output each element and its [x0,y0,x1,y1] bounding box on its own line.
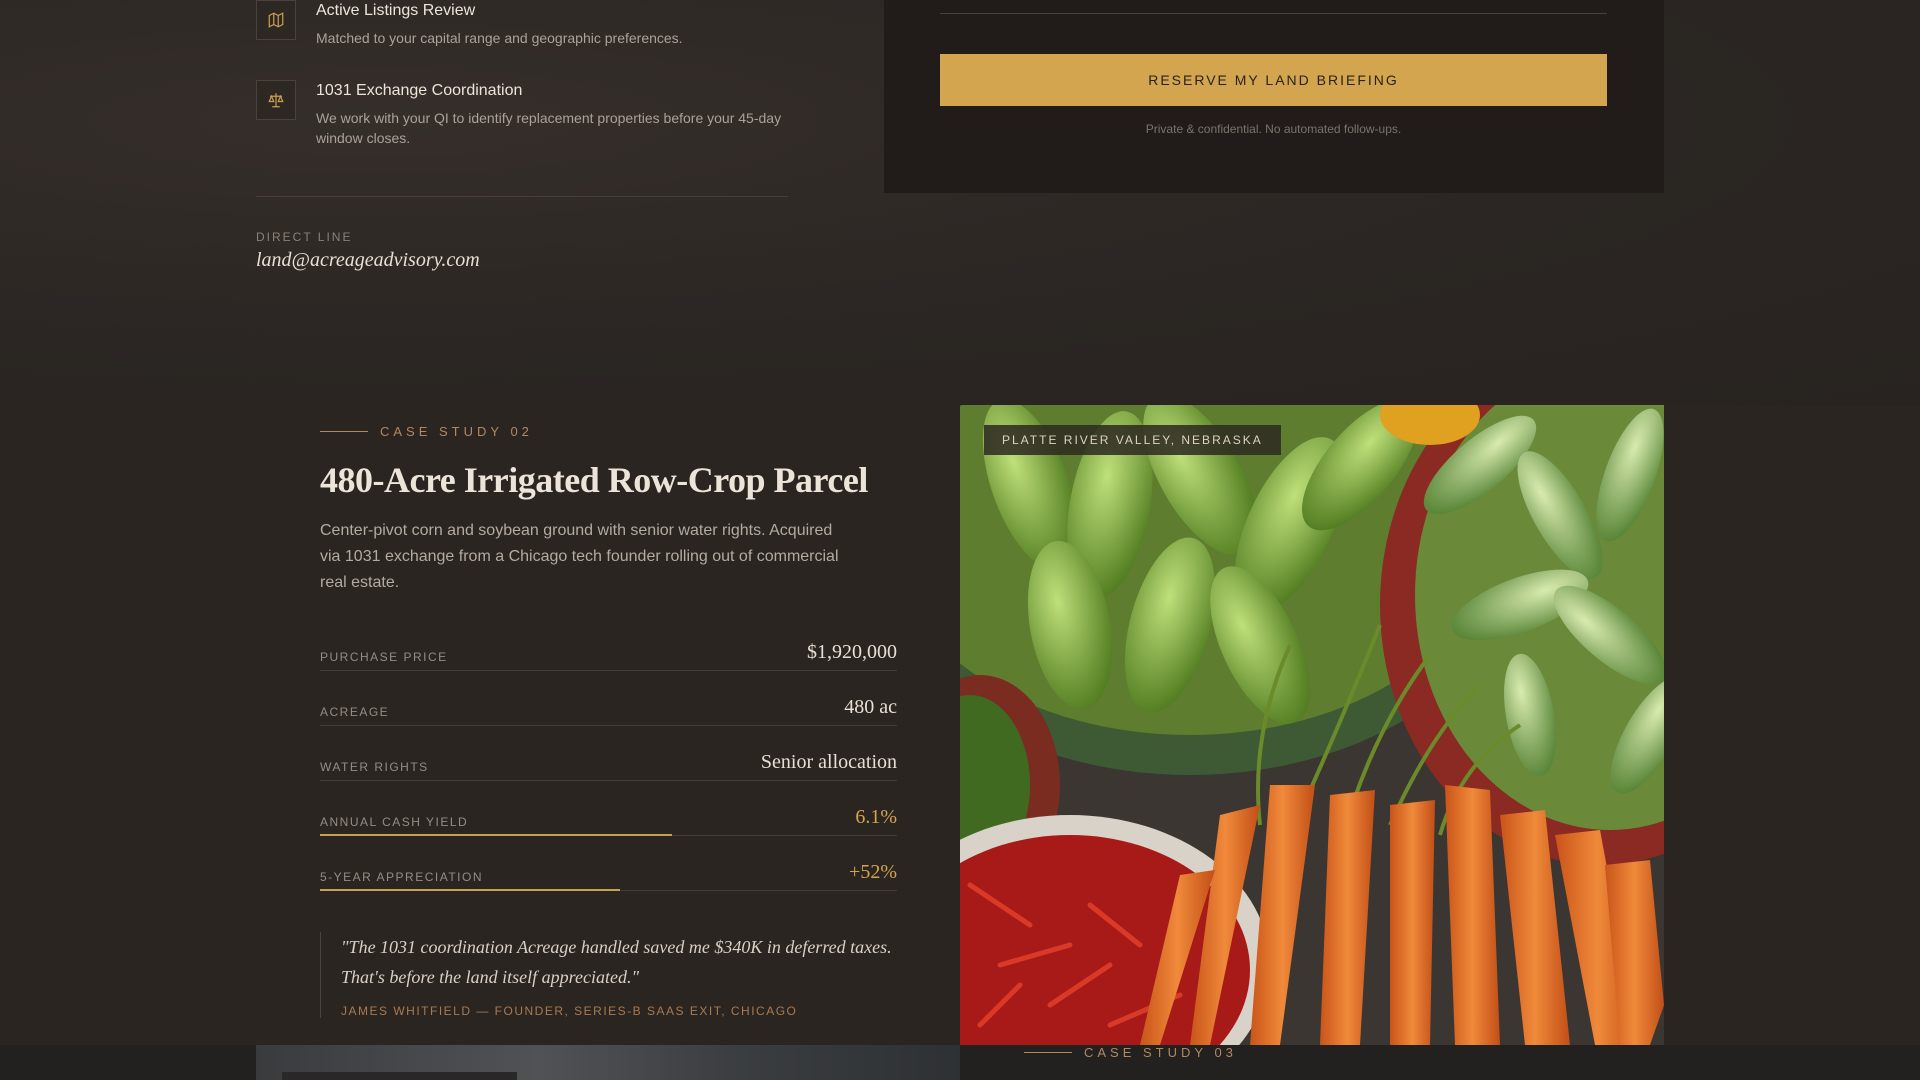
eyebrow-label: CASE STUDY 02 [380,424,533,439]
stat-value: 6.1% [855,806,897,828]
stat-label: ACREAGE [320,705,390,719]
next-case-location-tag [282,1072,517,1080]
stat-value: $1,920,000 [807,641,897,663]
produce-illustration [960,405,1664,1045]
next-case-eyebrow: CASE STUDY 03 [1024,1045,1237,1060]
stat-five-year-appreciation: 5-YEAR APPRECIATION +52% [320,835,897,891]
stat-label: 5-YEAR APPRECIATION [320,870,483,884]
eyebrow-label: CASE STUDY 03 [1084,1045,1237,1060]
stat-progress-bar [320,889,621,891]
form-field-underline[interactable] [940,13,1607,14]
divider [256,196,788,197]
stat-label: ANNUAL CASH YIELD [320,815,469,829]
case-study-description: Center-pivot corn and soybean ground wit… [320,522,839,591]
reserve-briefing-button[interactable]: RESERVE MY LAND BRIEFING [940,54,1607,106]
stat-label: PURCHASE PRICE [320,650,448,664]
next-case-strip: CASE STUDY 03 [0,1045,1920,1080]
consultation-section: Active Listings Review Matched to your c… [0,0,1920,405]
map-icon [256,0,296,40]
service-description: We work with your QI to identify replace… [316,110,782,146]
direct-line-label: DIRECT LINE [256,230,353,244]
service-description: Matched to your capital range and geogra… [316,30,683,46]
client-testimonial: "The 1031 coordination Acreage handled s… [320,932,897,1018]
stat-annual-cash-yield: ANNUAL CASH YIELD 6.1% [320,780,897,836]
case-study-title: 480-Acre Irrigated Row-Crop Parcel [320,460,868,500]
stat-water-rights: WATER RIGHTS Senior allocation [320,725,897,781]
stat-value: +52% [849,861,897,883]
next-case-photo [256,1045,960,1080]
location-tag: PLATTE RIVER VALLEY, NEBRASKA [984,425,1281,455]
stat-acreage: ACREAGE 480 ac [320,670,897,726]
eyebrow-rule [320,431,368,432]
stat-purchase-price: PURCHASE PRICE $1,920,000 [320,615,897,671]
case-study-section: CASE STUDY 02 480-Acre Irrigated Row-Cro… [0,405,1920,1080]
case-study-photo: PLATTE RIVER VALLEY, NEBRASKA [960,405,1664,1045]
case-study-eyebrow: CASE STUDY 02 [320,424,533,439]
briefing-form: RESERVE MY LAND BRIEFING Private & confi… [884,0,1664,193]
service-title: Active Listings Review [316,2,476,19]
form-privacy-note: Private & confidential. No automated fol… [1145,122,1402,136]
stat-value: 480 ac [844,696,897,718]
testimonial-quote: "The 1031 coordination Acreage handled s… [341,937,892,987]
stat-label: WATER RIGHTS [320,760,429,774]
direct-line-email[interactable]: land@acreageadvisory.com [256,249,480,272]
testimonial-attribution: JAMES WHITFIELD — FOUNDER, SERIES-B SAAS… [341,1004,798,1018]
service-title: 1031 Exchange Coordination [316,82,523,99]
stat-value: Senior allocation [760,751,897,773]
eyebrow-rule [1024,1052,1072,1053]
scales-icon [256,80,296,120]
